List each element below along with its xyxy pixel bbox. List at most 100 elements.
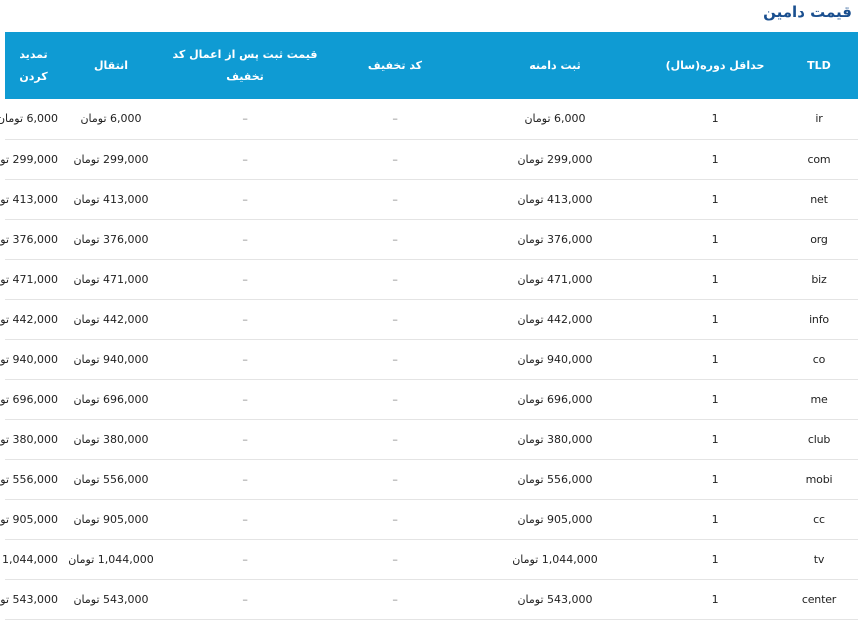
cell-min-period: 1 (711, 112, 719, 126)
cell-min-period: 1 (711, 312, 719, 326)
cell-renew-price: 543,000 تومان (0, 592, 58, 606)
cell-price-after-discount: – (242, 312, 248, 326)
cell-tld: me (810, 392, 828, 406)
cell-register-price: 376,000 تومان (517, 232, 593, 246)
cell-renew-price: 471,000 تومان (0, 272, 58, 286)
cell-min-period: 1 (711, 232, 719, 246)
header-tld: TLD (807, 58, 831, 72)
table-row: com 1 299,000 تومان – – 299,000 تومان 299,000 … (0, 139, 858, 179)
cell-min-period: 1 (711, 432, 719, 446)
cell-transfer-price: 413,000 تومان (73, 192, 149, 206)
table-row: net 1 413,000 تومان – – 413,000 تومان 413,000 … (0, 179, 858, 219)
cell-price-after-discount: – (242, 392, 248, 406)
table-row: co 1 940,000 تومان – – 940,000 تومان 940,000 ت… (0, 339, 858, 379)
cell-renew-price: 413,000 تومان (0, 192, 58, 206)
cell-discount-code: – (392, 232, 398, 246)
cell-discount-code: – (392, 472, 398, 486)
cell-transfer-price: 299,000 تومان (73, 152, 149, 166)
header-price-after-discount: قیمت ثبت پس از اعمال کد تخفیف (172, 47, 318, 83)
cell-discount-code: – (392, 272, 398, 286)
cell-price-after-discount: – (242, 352, 248, 366)
cell-discount-code: – (392, 192, 398, 206)
cell-price-after-discount: – (242, 512, 248, 526)
cell-tld: info (809, 312, 829, 326)
cell-register-price: 940,000 تومان (517, 352, 593, 366)
cell-transfer-price: 940,000 تومان (73, 352, 149, 366)
table-body: ir 1 6,000 تومان – – 6,000 تومان 6,000 تومان co… (0, 99, 858, 619)
cell-min-period: 1 (711, 392, 719, 406)
domain-price-table-container: TLD حداقل دوره(سال) ثبت دامنه کد تخفیف ق… (0, 32, 858, 620)
cell-price-after-discount: – (242, 272, 248, 286)
cell-tld: co (812, 352, 826, 366)
cell-discount-code: – (392, 352, 398, 366)
cell-tld: club (807, 432, 831, 446)
cell-price-after-discount: – (242, 472, 248, 486)
cell-discount-code: – (392, 112, 398, 126)
cell-min-period: 1 (711, 592, 719, 606)
cell-register-price: 442,000 تومان (517, 312, 593, 326)
cell-register-price: 905,000 تومان (517, 512, 593, 526)
cell-min-period: 1 (711, 192, 719, 206)
cell-min-period: 1 (711, 472, 719, 486)
table-row: ir 1 6,000 تومان – – 6,000 تومان 6,000 تومان (0, 99, 858, 139)
cell-discount-code: – (392, 432, 398, 446)
cell-price-after-discount: – (242, 192, 248, 206)
cell-register-price: 471,000 تومان (517, 272, 593, 286)
cell-tld: cc (813, 512, 825, 526)
cell-tld: net (810, 192, 828, 206)
cell-transfer-price: 471,000 تومان (73, 272, 149, 286)
cell-transfer-price: 6,000 تومان (80, 112, 142, 126)
header-renew: تمدید کردن (19, 47, 48, 83)
cell-transfer-price: 556,000 تومان (73, 472, 149, 486)
cell-register-price: 413,000 تومان (517, 192, 593, 206)
cell-register-price: 299,000 تومان (517, 152, 593, 166)
cell-price-after-discount: – (242, 112, 248, 126)
cell-price-after-discount: – (242, 152, 248, 166)
table-row: tv 1 1,044,000 تومان – – 1,044,000 تومان 1,044… (0, 539, 858, 579)
cell-discount-code: – (392, 552, 398, 566)
cell-renew-price: 299,000 تومان (0, 152, 58, 166)
cell-transfer-price: 543,000 تومان (73, 592, 149, 606)
cell-transfer-price: 442,000 تومان (73, 312, 149, 326)
cell-price-after-discount: – (242, 552, 248, 566)
table-header-row: TLD حداقل دوره(سال) ثبت دامنه کد تخفیف ق… (5, 32, 858, 99)
cell-min-period: 1 (711, 512, 719, 526)
cell-min-period: 1 (711, 272, 719, 286)
table-row: club 1 380,000 تومان – – 380,000 تومان 380,000… (0, 419, 858, 459)
cell-register-price: 556,000 تومان (517, 472, 593, 486)
cell-price-after-discount: – (242, 232, 248, 246)
cell-tld: tv (813, 552, 825, 566)
page-title: قیمت دامین (763, 3, 852, 21)
cell-discount-code: – (392, 312, 398, 326)
cell-transfer-price: 380,000 تومان (73, 432, 149, 446)
cell-price-after-discount: – (242, 592, 248, 606)
table-row: info 1 442,000 تومان – – 442,000 تومان 442,000… (0, 299, 858, 339)
header-discount-code: کد تخفیف (367, 58, 423, 72)
cell-discount-code: – (392, 592, 398, 606)
cell-tld: center (801, 592, 837, 606)
cell-renew-price: 380,000 تومان (0, 432, 58, 446)
table-row: mobi 1 556,000 تومان – – 556,000 تومان 556,000… (0, 459, 858, 499)
cell-tld: mobi (805, 472, 833, 486)
cell-discount-code: – (392, 152, 398, 166)
table-row: cc 1 905,000 تومان – – 905,000 تومان 905,000 ت… (0, 499, 858, 539)
cell-transfer-price: 1,044,000 تومان (68, 552, 154, 566)
table-row: biz 1 471,000 تومان – – 471,000 تومان 471,000 … (0, 259, 858, 299)
header-min-period: حداقل دوره(سال) (665, 58, 765, 72)
cell-renew-price: 905,000 تومان (0, 512, 58, 526)
cell-transfer-price: 696,000 تومان (73, 392, 149, 406)
domain-price-table: TLD حداقل دوره(سال) ثبت دامنه کد تخفیف ق… (0, 32, 858, 620)
header-register: ثبت دامنه (529, 58, 581, 72)
table-row: center 1 543,000 تومان – – 543,000 تومان 543,0… (0, 579, 858, 619)
cell-renew-price: 6,000 تومان (0, 112, 58, 126)
cell-tld: com (807, 152, 831, 166)
cell-register-price: 1,044,000 تومان (512, 552, 598, 566)
cell-discount-code: – (392, 392, 398, 406)
table-row: org 1 376,000 تومان – – 376,000 تومان 376,000 … (0, 219, 858, 259)
cell-register-price: 696,000 تومان (517, 392, 593, 406)
cell-renew-price: 696,000 تومان (0, 392, 58, 406)
cell-register-price: 6,000 تومان (524, 112, 586, 126)
cell-min-period: 1 (711, 352, 719, 366)
cell-renew-price: 1,044,000 تومان (0, 552, 58, 566)
cell-register-price: 380,000 تومان (517, 432, 593, 446)
